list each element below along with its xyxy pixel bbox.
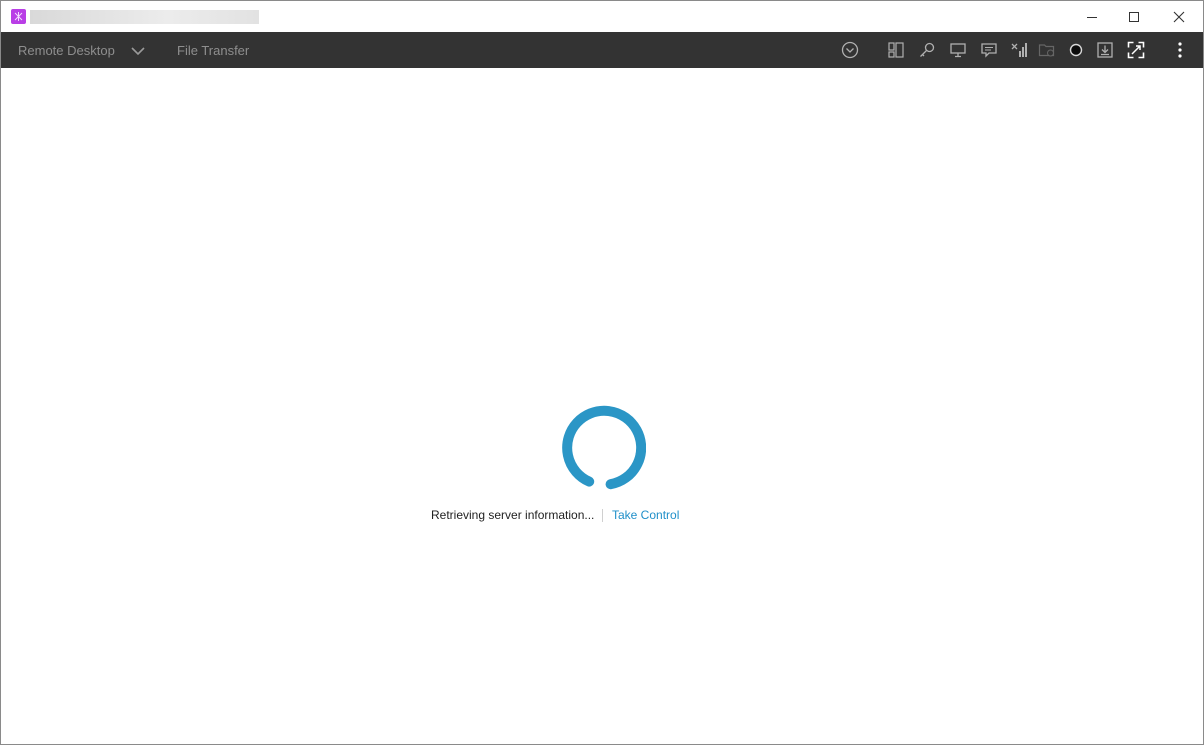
download-icon[interactable] [1096, 41, 1114, 59]
key-icon[interactable] [918, 41, 936, 59]
tab-file-transfer[interactable]: File Transfer [177, 32, 249, 68]
remote-view: Retrieving server information... Take Co… [1, 68, 1203, 744]
status-message: Retrieving server information... [431, 508, 595, 522]
minimize-button[interactable] [1069, 1, 1115, 32]
take-control-link[interactable]: Take Control [612, 508, 679, 522]
maximize-button[interactable] [1111, 1, 1157, 32]
loading-spinner [560, 405, 647, 491]
app-window: Remote Desktop File Transfer Retrieving … [0, 0, 1204, 745]
monitor-icon[interactable] [949, 41, 967, 59]
title-bar [1, 1, 1203, 32]
status-divider [602, 509, 603, 522]
chevron-down-icon[interactable] [130, 43, 146, 59]
folder-icon[interactable] [1038, 41, 1056, 59]
status-row: Retrieving server information... Take Co… [1, 508, 1203, 524]
close-icon [1173, 11, 1185, 22]
minimize-icon [1087, 16, 1097, 18]
tab-remote-desktop[interactable]: Remote Desktop [18, 32, 115, 68]
more-icon[interactable] [1171, 41, 1189, 59]
layout-icon[interactable] [887, 41, 905, 59]
window-title [30, 10, 259, 24]
chat-icon[interactable] [980, 41, 998, 59]
toolbar: Remote Desktop File Transfer [1, 32, 1203, 68]
app-logo-icon [11, 9, 26, 24]
signal-icon[interactable] [1011, 41, 1029, 59]
fullscreen-icon[interactable] [1127, 41, 1145, 59]
record-icon[interactable] [1067, 41, 1085, 59]
maximize-icon [1129, 11, 1139, 22]
close-button[interactable] [1156, 1, 1202, 32]
chevron-circle-icon[interactable] [841, 41, 859, 59]
